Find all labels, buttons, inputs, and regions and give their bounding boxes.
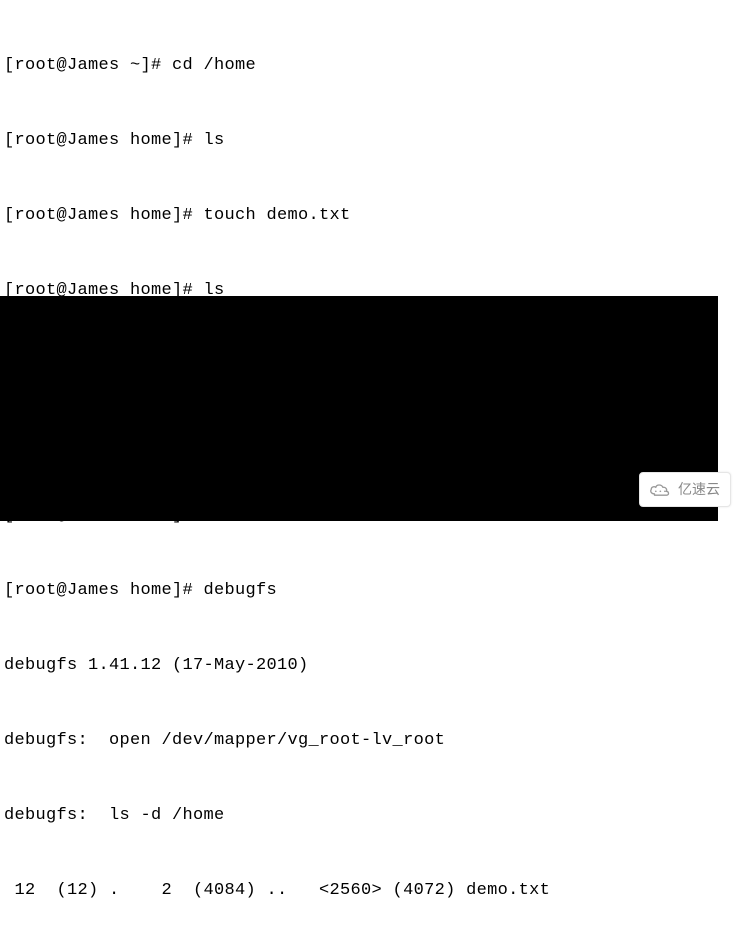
terminal-line: [root@James home]# touch demo.txt bbox=[4, 203, 735, 228]
watermark-badge: 亿速云 bbox=[639, 472, 731, 507]
watermark-text: 亿速云 bbox=[678, 477, 720, 502]
cloud-icon bbox=[648, 482, 674, 498]
terminal-line: debugfs: ls -d /home bbox=[4, 803, 735, 828]
terminal-line: debugfs 1.41.12 (17-May-2010) bbox=[4, 653, 735, 678]
redacted-region bbox=[0, 296, 718, 521]
terminal-line: debugfs: open /dev/mapper/vg_root-lv_roo… bbox=[4, 728, 735, 753]
terminal-line: [root@James ~]# cd /home bbox=[4, 53, 735, 78]
terminal-line: [root@James home]# debugfs bbox=[4, 578, 735, 603]
terminal-line: [root@James home]# ls bbox=[4, 128, 735, 153]
terminal-line: 12 (12) . 2 (4084) .. <2560> (4072) demo… bbox=[4, 878, 735, 903]
